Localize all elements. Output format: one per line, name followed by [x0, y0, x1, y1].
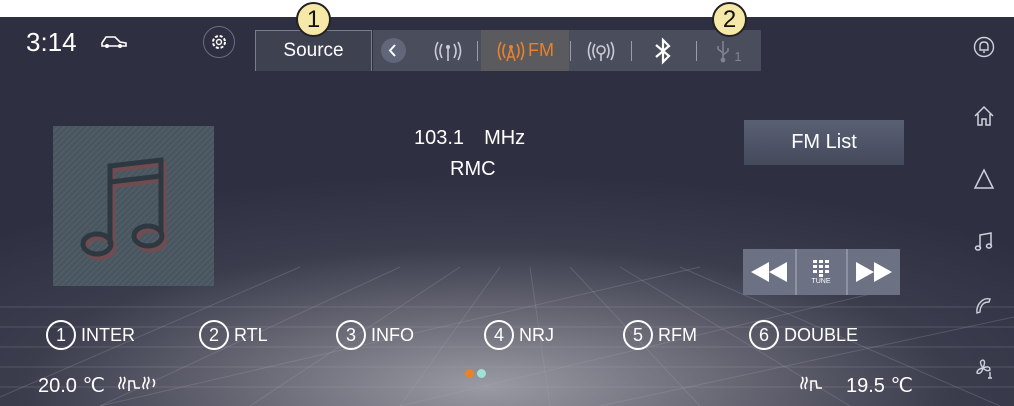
am-radio-icon [434, 41, 462, 61]
rewind-icon [750, 262, 787, 282]
preset-number: 3 [336, 320, 366, 350]
preset-number: 4 [484, 320, 514, 350]
rewind-button[interactable] [743, 249, 794, 295]
media-button[interactable] [971, 229, 997, 255]
preset-1[interactable]: 1 INTER [46, 319, 135, 351]
preset-name: INTER [81, 324, 135, 345]
am-radio-tab[interactable] [423, 30, 473, 71]
preset-name: RTL [234, 324, 268, 345]
dab-radio-icon [587, 41, 615, 61]
preset-number: 6 [749, 320, 779, 350]
seat-heat-icon[interactable] [798, 373, 824, 395]
navigation-button[interactable] [971, 166, 997, 192]
clock: 3:14 [26, 27, 77, 57]
callout-marker: 1 [296, 2, 331, 37]
preset-name: INFO [371, 324, 414, 345]
callout-marker: 2 [712, 2, 747, 37]
bluetooth-icon [655, 36, 671, 65]
fan-icon [976, 359, 992, 379]
fm-radio-icon [497, 41, 525, 61]
frequency-unit: MHz [484, 127, 526, 149]
seat-heat-icon[interactable] [116, 373, 158, 395]
fast-forward-icon [856, 262, 892, 282]
infotainment-screen: 3:14 Source FM 1 103.1 MHz RMC FM List T… [0, 17, 1014, 406]
preset-5[interactable]: 5 RFM [623, 319, 697, 351]
fm-list-button[interactable]: FM List [744, 120, 904, 165]
preset-4[interactable]: 4 NRJ [484, 319, 554, 351]
album-art [53, 126, 214, 286]
home-button[interactable] [971, 103, 997, 129]
bell-icon [973, 36, 995, 58]
back-chevron-button[interactable] [381, 38, 406, 63]
tuning-controls: TUNE [743, 249, 900, 295]
station-name: RMC [450, 158, 496, 180]
divider [570, 41, 571, 61]
usb-icon [717, 40, 730, 62]
keypad-icon [813, 260, 829, 277]
left-temperature[interactable]: 20.0 ℃ [38, 373, 105, 398]
source-bar: FM 1 [373, 30, 761, 71]
dab-radio-tab[interactable] [576, 30, 626, 71]
tune-button[interactable]: TUNE [797, 249, 845, 295]
music-icon [974, 232, 993, 251]
preset-number: 2 [199, 320, 229, 350]
bluetooth-tab[interactable] [638, 30, 688, 71]
fast-forward-button[interactable] [848, 249, 900, 295]
home-icon [974, 105, 994, 126]
settings-icon [212, 35, 226, 49]
preset-name: RFM [658, 324, 697, 345]
preset-name: NRJ [519, 324, 554, 345]
settings-button[interactable] [203, 26, 235, 58]
navigation-icon [973, 168, 995, 189]
frequency-readout: 103.1 MHz [414, 127, 525, 150]
fm-radio-tab[interactable]: FM [481, 30, 569, 71]
back-chevron-icon [388, 44, 396, 57]
divider [631, 41, 632, 61]
preset-2[interactable]: 2 RTL [199, 319, 268, 351]
phone-icon [976, 297, 991, 314]
page-dot-active[interactable] [465, 369, 474, 378]
page-dot[interactable] [477, 369, 486, 378]
car-icon [101, 36, 127, 48]
notifications-button[interactable] [971, 34, 997, 60]
frequency-value: 103.1 [414, 127, 465, 149]
preset-number: 1 [46, 320, 76, 350]
right-temperature[interactable]: 19.5 ℃ [846, 373, 913, 398]
preset-number: 5 [623, 320, 653, 350]
usb-index: 1 [734, 49, 742, 64]
divider [477, 41, 478, 61]
preset-3[interactable]: 3 INFO [336, 319, 414, 351]
tune-label: TUNE [811, 278, 831, 285]
climate-button[interactable] [971, 356, 997, 382]
phone-button[interactable] [971, 293, 997, 319]
divider [696, 41, 697, 61]
preset-6[interactable]: 6 DOUBLE [749, 319, 858, 351]
music-note-icon [53, 126, 214, 286]
preset-name: DOUBLE [784, 324, 859, 345]
fm-band-label: FM [528, 40, 554, 60]
